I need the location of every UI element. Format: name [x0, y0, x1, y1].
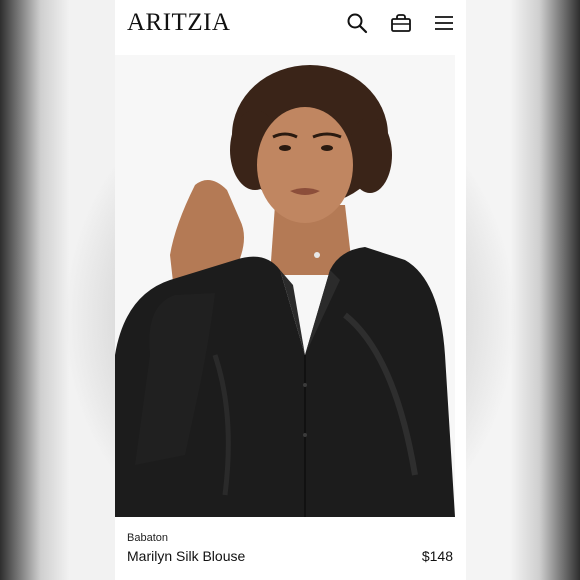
app-screen: ARITZIA Babaton Marilyn Silk Blouse $148: [115, 0, 466, 580]
shopping-bag-icon[interactable]: [388, 10, 414, 36]
product-info: Babaton Marilyn Silk Blouse $148: [115, 520, 466, 580]
aritzia-logo[interactable]: ARITZIA: [127, 8, 230, 38]
product-name[interactable]: Marilyn Silk Blouse: [127, 548, 245, 564]
top-nav-bar: ARITZIA: [115, 0, 466, 46]
search-icon[interactable]: [344, 10, 370, 36]
hamburger-menu-icon[interactable]: [431, 10, 457, 36]
product-image[interactable]: [115, 55, 455, 517]
product-brand[interactable]: Babaton: [127, 532, 168, 544]
product-price: $148: [421, 548, 453, 564]
